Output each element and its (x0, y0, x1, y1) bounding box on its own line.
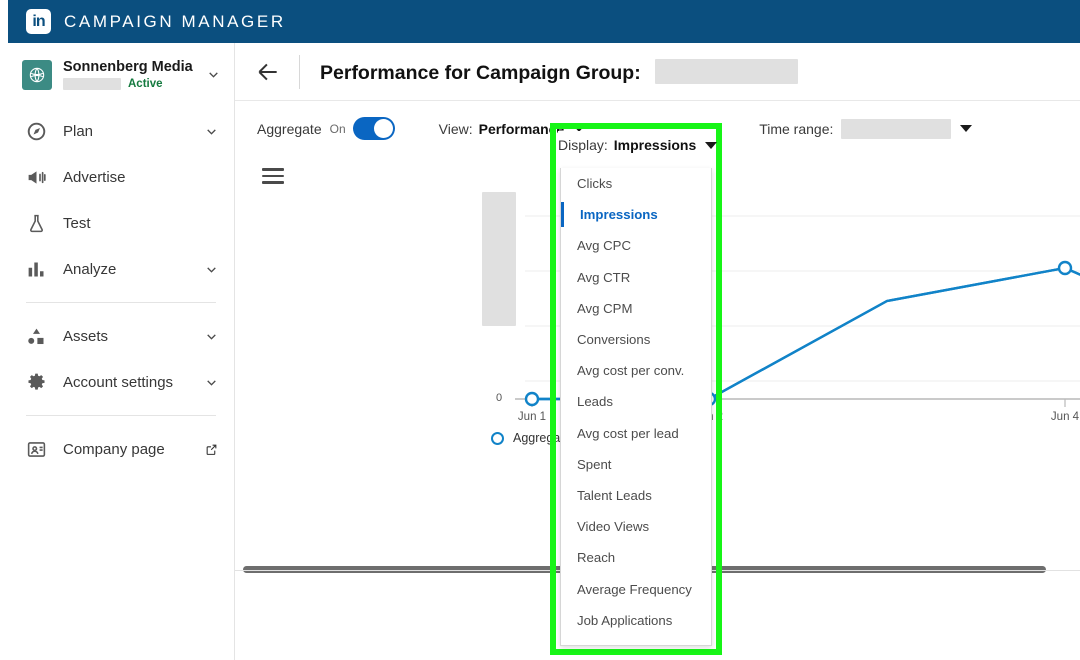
x-tick-label: Jun 4 (1051, 411, 1080, 423)
chevron-down-icon (209, 72, 218, 78)
display-option-spent[interactable]: Spent (561, 449, 711, 480)
display-option-avg-cpc[interactable]: Avg CPC (561, 230, 711, 261)
megaphone-icon (28, 170, 46, 184)
arrow-left-icon[interactable] (255, 59, 281, 85)
sidebar-item-account-settings[interactable]: Account settings (8, 359, 234, 405)
sidebar-item-label: Assets (63, 327, 109, 345)
display-option-avg-ctr[interactable]: Avg CTR (561, 262, 711, 293)
sidebar-item-company-page[interactable]: Company page (8, 426, 234, 472)
avatar (22, 59, 52, 90)
chevron-down-icon (705, 141, 718, 149)
chevron-down-icon (960, 125, 973, 132)
bar-chart-icon (28, 262, 44, 276)
display-dropdown-trigger[interactable]: Display: Impressions (558, 131, 718, 159)
display-option-video-views[interactable]: Video Views (561, 511, 711, 542)
aggregate-toggle[interactable] (352, 117, 395, 140)
data-point (1057, 260, 1073, 276)
shapes-icon (28, 328, 44, 344)
flask-icon (30, 214, 43, 232)
chevron-down-icon (207, 266, 216, 273)
page-header: Performance for Campaign Group: (235, 43, 1080, 101)
chevron-down-icon (207, 379, 216, 386)
display-dropdown-menu: Clicks Impressions Avg CPC Avg CTR Avg C… (560, 168, 712, 646)
aggregate-label: Aggregate (257, 120, 322, 137)
account-switcher[interactable]: Sonnenberg Media Active (8, 43, 234, 104)
sidebar-item-label: Advertise (63, 168, 126, 186)
compass-icon (27, 122, 46, 140)
display-option-avg-cost-per-conv[interactable]: Avg cost per conv. (561, 355, 711, 386)
page-title: Performance for Campaign Group: (320, 58, 799, 85)
x-tick-label: Jun 1 (518, 411, 546, 423)
display-option-average-frequency[interactable]: Average Frequency (561, 573, 711, 604)
display-option-leads[interactable]: Leads (561, 386, 711, 417)
sidebar-item-label: Account settings (63, 373, 174, 391)
sidebar-item-analyze[interactable]: Analyze (8, 246, 234, 292)
sidebar-item-test[interactable]: Test (8, 200, 234, 246)
sidebar-item-plan[interactable]: Plan (8, 108, 234, 154)
linkedin-logo-icon[interactable]: in (26, 9, 51, 34)
display-option-avg-cpm[interactable]: Avg CPM (561, 293, 711, 324)
data-point (524, 391, 540, 407)
display-option-clicks[interactable]: Clicks (561, 168, 711, 199)
display-option-job-applications[interactable]: Job Applications (561, 605, 711, 636)
view-label: View: (438, 120, 473, 137)
campaign-group-name-redacted (655, 58, 799, 84)
toggle-knob (373, 119, 393, 138)
account-status-badge: Active (128, 78, 163, 90)
display-label: Display: (558, 137, 608, 153)
sidebar-item-label: Analyze (63, 260, 117, 278)
display-option-avg-cost-per-lead[interactable]: Avg cost per lead (561, 418, 711, 449)
sidebar-nav: Plan Advertise Test Analyze Assets Accou… (8, 108, 234, 472)
view-value: Performance (478, 120, 565, 137)
account-name: Sonnenberg Media (63, 59, 193, 75)
brand-title: CAMPAIGN MANAGER (64, 11, 286, 31)
header-separator (299, 54, 300, 89)
linkedin-logo-text: in (32, 12, 45, 30)
gear-icon (28, 373, 45, 390)
external-link-icon (206, 444, 217, 455)
display-dropdown: Display: Impressions (558, 131, 718, 159)
campaign-manager-app: in CAMPAIGN MANAGER Sonnenberg Media Act… (0, 0, 1080, 660)
chevron-down-icon (207, 128, 216, 135)
sidebar-divider (26, 302, 216, 303)
display-option-conversions[interactable]: Conversions (561, 324, 711, 355)
display-option-talent-leads[interactable]: Talent Leads (561, 480, 711, 511)
sidebar-divider-2 (26, 415, 216, 416)
sidebar: Sonnenberg Media Active Plan Advertise T… (8, 43, 235, 660)
page-title-text: Performance for Campaign Group: (320, 61, 641, 84)
legend-marker-icon (491, 431, 504, 445)
sidebar-item-label: Test (63, 214, 91, 232)
aggregate-control: Aggregate On (257, 117, 395, 140)
top-brand-bar: in CAMPAIGN MANAGER (8, 0, 1080, 43)
time-range-value-redacted (841, 118, 952, 139)
chevron-down-icon (207, 333, 216, 340)
time-range-label: Time range: (759, 120, 834, 137)
display-option-reach[interactable]: Reach (561, 542, 711, 573)
aggregate-state-text: On (329, 121, 346, 136)
sidebar-item-label: Company page (63, 440, 165, 458)
company-page-icon (27, 441, 46, 457)
sidebar-item-assets[interactable]: Assets (8, 313, 234, 359)
sidebar-item-label: Plan (63, 122, 94, 140)
display-option-impressions[interactable]: Impressions (561, 199, 711, 230)
time-range-dropdown[interactable]: Time range: (759, 118, 973, 139)
sidebar-item-advertise[interactable]: Advertise (8, 154, 234, 200)
display-value: Impressions (613, 137, 697, 153)
account-id-redacted (63, 78, 121, 90)
